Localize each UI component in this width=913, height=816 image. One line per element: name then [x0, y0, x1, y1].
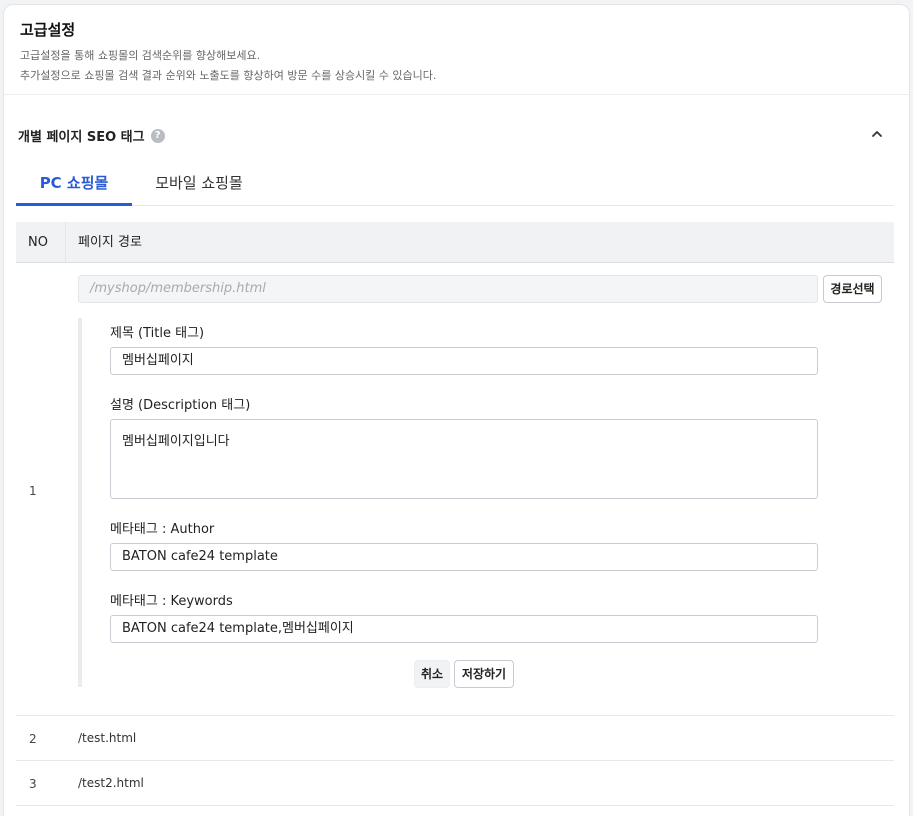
- column-header-no: NO: [28, 235, 48, 250]
- page-path-link[interactable]: /test.html: [78, 731, 136, 745]
- header-divider: [4, 94, 909, 95]
- path-select-button[interactable]: 경로선택: [823, 275, 882, 303]
- row-divider: [16, 715, 894, 716]
- row-divider: [16, 805, 894, 806]
- keywords-meta-label: 메타태그 : Keywords: [110, 594, 233, 609]
- page-description-line-2: 추가설정으로 쇼핑몰 검색 결과 순위와 노출도를 향상하여 방문 수를 상승시…: [20, 69, 437, 82]
- question-circle-icon[interactable]: ?: [150, 128, 165, 143]
- section-header: 개별 페이지 SEO 태그 ?: [18, 126, 165, 145]
- description-tag-textarea[interactable]: 멤버십페이지입니다: [110, 419, 818, 499]
- column-divider: [65, 222, 66, 263]
- row-divider: [16, 760, 894, 761]
- author-meta-label: 메타태그 : Author: [110, 522, 215, 537]
- title-tag-input[interactable]: 멤버십페이지: [110, 347, 818, 375]
- column-header-page-path: 페이지 경로: [78, 235, 142, 250]
- author-meta-input[interactable]: BATON cafe24 template: [110, 543, 818, 571]
- title-tag-label: 제목 (Title 태그): [110, 326, 205, 341]
- section-title: 개별 페이지 SEO 태그: [18, 130, 145, 145]
- table-header: NO 페이지 경로: [16, 222, 894, 263]
- page-path-input[interactable]: /myshop/membership.html: [78, 275, 818, 303]
- tab-mobile-shop[interactable]: 모바일 쇼핑몰: [144, 168, 254, 206]
- row-number: 3: [29, 777, 37, 791]
- row-number: 1: [29, 484, 37, 498]
- page-path-link[interactable]: /test2.html: [78, 776, 144, 790]
- page-description-line-1: 고급설정을 통해 쇼핑몰의 검색순위를 향상해보세요.: [20, 49, 261, 62]
- chevron-up-icon[interactable]: [870, 127, 884, 141]
- tab-bar: PC 쇼핑몰 모바일 쇼핑몰: [16, 168, 894, 206]
- row-number: 2: [29, 732, 37, 746]
- keywords-meta-input[interactable]: BATON cafe24 template,멤버십페이지: [110, 615, 818, 643]
- edit-panel-bar: [78, 318, 82, 687]
- page-title: 고급설정: [20, 21, 76, 39]
- description-tag-label: 설명 (Description 태그): [110, 398, 251, 413]
- cancel-button[interactable]: 취소: [414, 660, 450, 688]
- tab-pc-shop[interactable]: PC 쇼핑몰: [16, 168, 132, 206]
- save-button[interactable]: 저장하기: [454, 660, 514, 688]
